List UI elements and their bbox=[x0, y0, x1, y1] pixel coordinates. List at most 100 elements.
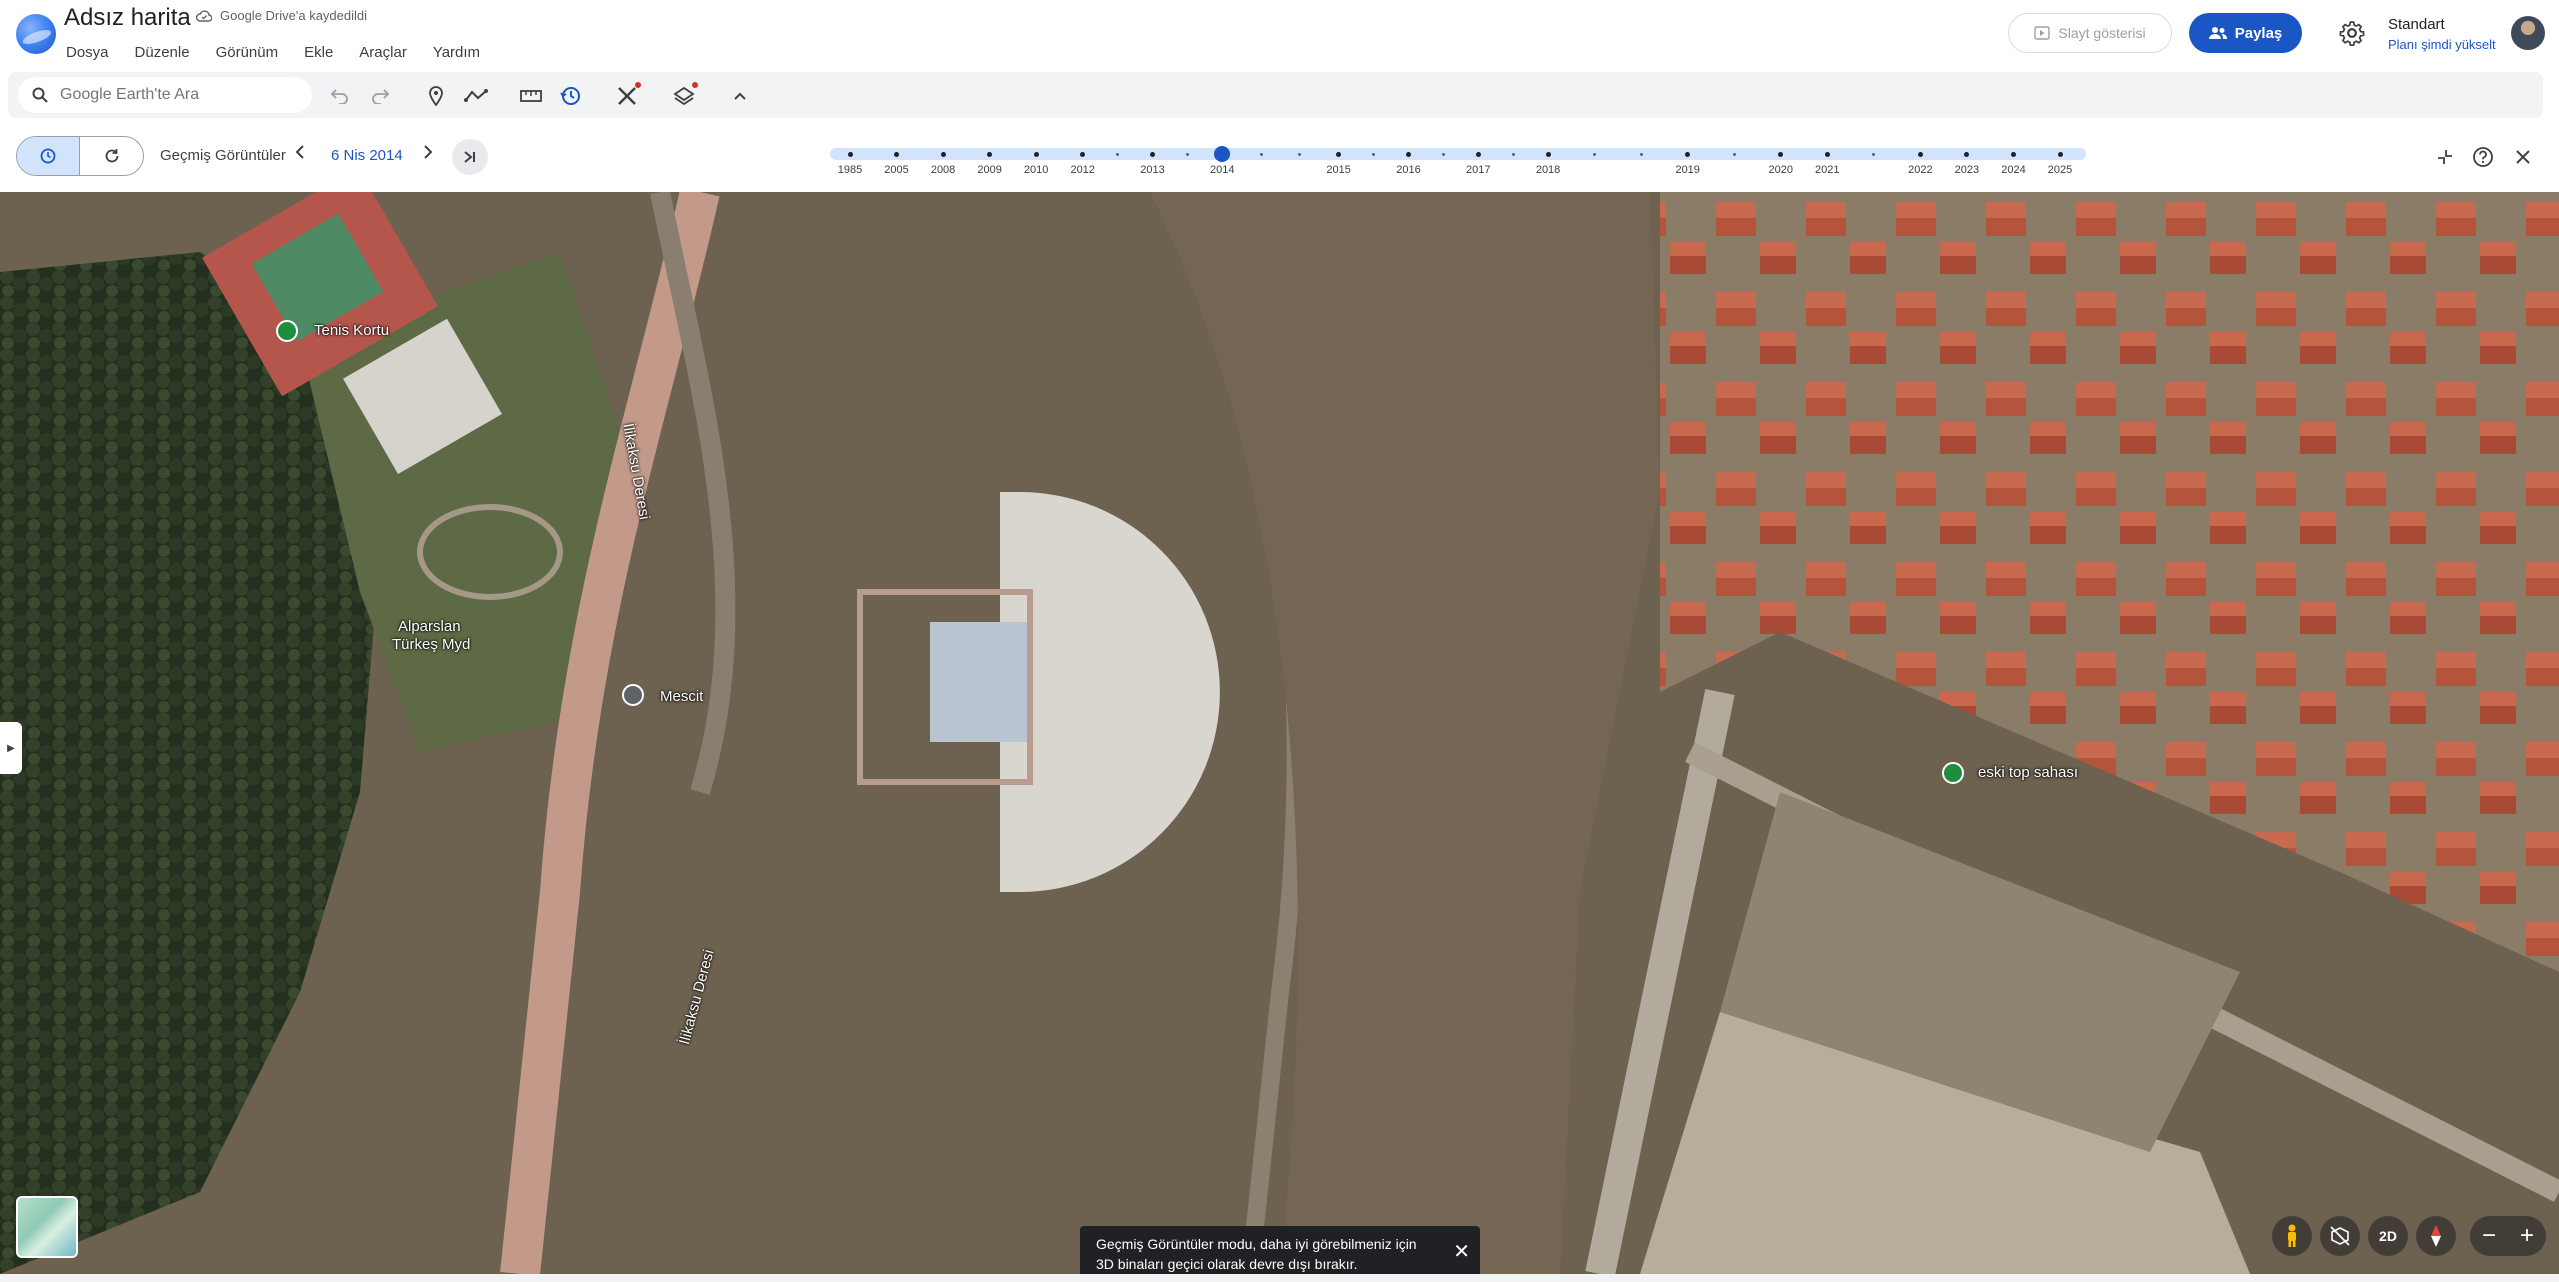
timeline-year-label: 2019 bbox=[1675, 164, 1700, 176]
info-toast: Geçmiş Görüntüler modu, daha iyi görebil… bbox=[1080, 1226, 1480, 1274]
satellite-imagery[interactable] bbox=[0, 192, 2559, 1274]
undo-icon[interactable] bbox=[326, 82, 354, 110]
timeline-year-label: 2020 bbox=[1768, 164, 1794, 176]
compass-icon[interactable] bbox=[2416, 1216, 2456, 1256]
timeline-year-marker[interactable] bbox=[940, 152, 946, 157]
ruler-icon[interactable] bbox=[517, 82, 545, 110]
current-imagery-button[interactable] bbox=[80, 137, 143, 175]
timeline-year-label: 2010 bbox=[1023, 164, 1049, 176]
timeline-minor-marker[interactable] bbox=[1185, 153, 1189, 156]
timeline-year-marker[interactable] bbox=[847, 152, 853, 157]
timeline[interactable]: 1985 2005 2008 2009 2010 2012 2013 2014 2015 2016… bbox=[826, 146, 2086, 188]
toolbar bbox=[0, 72, 2559, 122]
timeline-year-label: 2016 bbox=[1396, 164, 1421, 176]
timeline-year-marker[interactable] bbox=[1033, 152, 1039, 157]
zoom-in-button[interactable]: + bbox=[2520, 1222, 2534, 1250]
upgrade-link[interactable]: Planı şimdi yükselt bbox=[2388, 37, 2496, 52]
timeline-minor-marker[interactable] bbox=[1732, 153, 1736, 156]
menu-file[interactable]: Dosya bbox=[66, 44, 109, 61]
latest-date-button[interactable] bbox=[452, 139, 488, 175]
timeline-year-marker[interactable] bbox=[1475, 152, 1481, 157]
close-icon[interactable]: ✕ bbox=[1453, 1242, 1470, 1262]
menu-view[interactable]: Görünüm bbox=[216, 44, 279, 61]
search-box[interactable] bbox=[18, 77, 312, 113]
timeline-year-marker[interactable] bbox=[894, 152, 900, 157]
gear-icon[interactable] bbox=[2339, 20, 2365, 46]
layers-icon[interactable] bbox=[670, 82, 698, 110]
cloud-done-icon bbox=[196, 9, 212, 22]
historical-imagery-label: Geçmiş Görüntüler bbox=[160, 147, 286, 164]
satellite-map[interactable]: Tenis Kortu İlikaksu Deresi İlikaksu Der… bbox=[0, 192, 2559, 1274]
help-icon[interactable] bbox=[2470, 144, 2496, 170]
timeline-year-label: 2009 bbox=[977, 164, 1002, 176]
menu-insert[interactable]: Ekle bbox=[304, 44, 333, 61]
history-icon bbox=[40, 148, 56, 164]
view-2d-button[interactable]: 2D bbox=[2368, 1216, 2408, 1256]
slideshow-button[interactable]: Slayt gösterisi bbox=[2008, 13, 2172, 53]
timeline-minor-marker[interactable] bbox=[1511, 153, 1515, 156]
current-date[interactable]: 6 Nis 2014 bbox=[331, 147, 403, 164]
app-header: Adsız harita Google Drive'a kaydedildi D… bbox=[0, 0, 2559, 72]
next-date-button[interactable] bbox=[422, 144, 434, 165]
timeline-year-label: 2018 bbox=[1535, 164, 1561, 176]
timeline-year-label: 2022 bbox=[1908, 164, 1933, 176]
minimap[interactable] bbox=[16, 1196, 78, 1258]
notification-dot bbox=[692, 82, 698, 88]
timeline-year-marker[interactable] bbox=[2057, 152, 2063, 157]
map-label-park-line2: Türkeş Myd bbox=[392, 636, 471, 653]
redo-icon[interactable] bbox=[366, 82, 394, 110]
historical-imagery-icon[interactable] bbox=[557, 82, 585, 110]
timeline-year-label: 2024 bbox=[2001, 164, 2026, 176]
mosque-pin-icon[interactable] bbox=[622, 684, 644, 706]
close-icon[interactable] bbox=[2510, 144, 2536, 170]
previous-date-button[interactable] bbox=[294, 144, 306, 165]
google-earth-logo-icon[interactable] bbox=[16, 14, 56, 54]
menu-tools[interactable]: Araçlar bbox=[359, 44, 407, 61]
map-label-tenis[interactable]: Tenis Kortu bbox=[314, 322, 389, 339]
menu-help[interactable]: Yardım bbox=[433, 44, 480, 61]
zoom-out-button[interactable]: − bbox=[2482, 1222, 2496, 1250]
share-button[interactable]: Paylaş bbox=[2189, 13, 2302, 53]
timeline-year-label: 2008 bbox=[930, 164, 956, 176]
historical-mode-button[interactable] bbox=[17, 137, 81, 175]
timeline-track[interactable] bbox=[830, 148, 2086, 160]
chevron-up-icon[interactable] bbox=[726, 82, 754, 110]
pegman-icon[interactable] bbox=[2272, 1216, 2312, 1256]
place-pin-icon[interactable] bbox=[276, 320, 298, 342]
timeline-minor-marker[interactable] bbox=[1441, 153, 1445, 156]
collapse-icon[interactable] bbox=[2432, 144, 2458, 170]
timeline-year-marker[interactable] bbox=[2010, 152, 2016, 157]
save-status: Google Drive'a kaydedildi bbox=[196, 8, 367, 23]
historical-imagery-bar: Geçmiş Görüntüler 6 Nis 2014 1985 2005 200… bbox=[0, 122, 2559, 192]
imagery-mode-toggle bbox=[16, 136, 144, 176]
draw-path-icon[interactable] bbox=[462, 82, 490, 110]
tools-icon[interactable] bbox=[613, 82, 641, 110]
search-icon bbox=[32, 87, 48, 103]
3d-off-icon[interactable] bbox=[2320, 1216, 2360, 1256]
timeline-year-marker[interactable] bbox=[1824, 152, 1830, 157]
add-placemark-icon[interactable] bbox=[422, 82, 450, 110]
timeline-year-marker[interactable] bbox=[1545, 152, 1551, 157]
search-input[interactable] bbox=[60, 86, 290, 104]
map-label-eski[interactable]: eski top sahası bbox=[1978, 764, 2078, 781]
timeline-year-label: 2013 bbox=[1140, 164, 1165, 176]
side-panel-toggle[interactable]: ▶ bbox=[0, 722, 22, 774]
timeline-minor-marker[interactable] bbox=[1639, 153, 1643, 156]
timeline-year-label: 2015 bbox=[1326, 164, 1351, 176]
timeline-year-label: 2025 bbox=[2047, 164, 2073, 176]
timeline-year-marker[interactable] bbox=[1405, 152, 1411, 157]
timeline-year-label: 2023 bbox=[1954, 164, 1980, 176]
plan-name: Standart bbox=[2388, 16, 2445, 33]
avatar[interactable] bbox=[2511, 16, 2545, 50]
map-title[interactable]: Adsız harita bbox=[64, 4, 191, 32]
notification-dot bbox=[635, 82, 641, 88]
chevron-right-icon bbox=[424, 145, 433, 159]
timeline-year-marker[interactable] bbox=[1917, 152, 1923, 157]
menu-bar: Dosya Düzenle Görünüm Ekle Araçlar Yardı… bbox=[66, 44, 506, 61]
timeline-minor-marker[interactable] bbox=[1259, 153, 1263, 156]
sports-pin-icon[interactable] bbox=[1942, 762, 1964, 784]
timeline-year-label: 2021 bbox=[1815, 164, 1840, 176]
menu-edit[interactable]: Düzenle bbox=[135, 44, 190, 61]
timeline-year-marker[interactable] bbox=[1150, 152, 1155, 157]
map-label-mescit[interactable]: Mescit bbox=[660, 688, 703, 705]
